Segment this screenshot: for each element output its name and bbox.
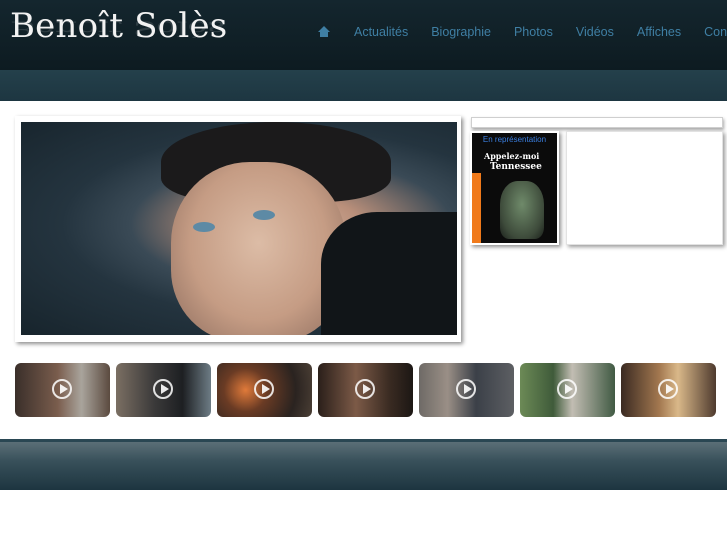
portrait-face [171,162,346,335]
play-icon [254,379,274,399]
hero-portrait-image[interactable] [21,122,457,335]
play-icon [153,379,173,399]
nav-item-photos[interactable]: Photos [514,25,553,39]
home-icon[interactable] [318,26,330,38]
nav-item-contact[interactable]: Contact [704,25,727,39]
video-thumbnail-4[interactable] [318,363,413,417]
poster-title-line2: Tennessee [490,162,542,172]
play-icon [355,379,375,399]
play-icon [52,379,72,399]
video-thumbnail-5[interactable] [419,363,514,417]
poster-illustration [500,181,544,239]
poster-stripe [472,173,481,243]
poster-label: En représentation [482,135,547,144]
poster-frame[interactable]: En représentation Appelez-moi Tennessee [470,131,559,245]
play-icon [456,379,476,399]
play-icon [658,379,678,399]
empty-content-box [566,131,723,245]
main-nav: Actualités Biographie Photos Vidéos Affi… [318,24,727,40]
nav-item-biographie[interactable]: Biographie [431,25,491,39]
poster-title-line1: Appelez-moi [484,151,540,161]
video-thumbnail-7[interactable] [621,363,716,417]
site-footer [0,442,727,490]
nav-item-actualites[interactable]: Actualités [354,25,408,39]
video-thumbnail-6[interactable] [520,363,615,417]
logo-reflection: Benoît Solès [10,16,226,40]
portrait-jacket [321,212,457,335]
header-subband [0,70,727,101]
video-thumbnails [15,363,720,417]
video-thumbnail-1[interactable] [15,363,110,417]
show-poster[interactable]: En représentation Appelez-moi Tennessee [472,133,557,243]
play-icon [557,379,577,399]
nav-item-videos[interactable]: Vidéos [576,25,614,39]
site-header: Benoît Solès Benoît Solès Actualités Bio… [0,0,727,70]
nav-item-affiches[interactable]: Affiches [637,25,681,39]
video-thumbnail-2[interactable] [116,363,211,417]
video-thumbnail-3[interactable] [217,363,312,417]
hero-photo-frame [15,116,461,342]
right-panel-bar [471,117,723,128]
portrait-eye [253,210,275,220]
portrait-eye [193,222,215,232]
